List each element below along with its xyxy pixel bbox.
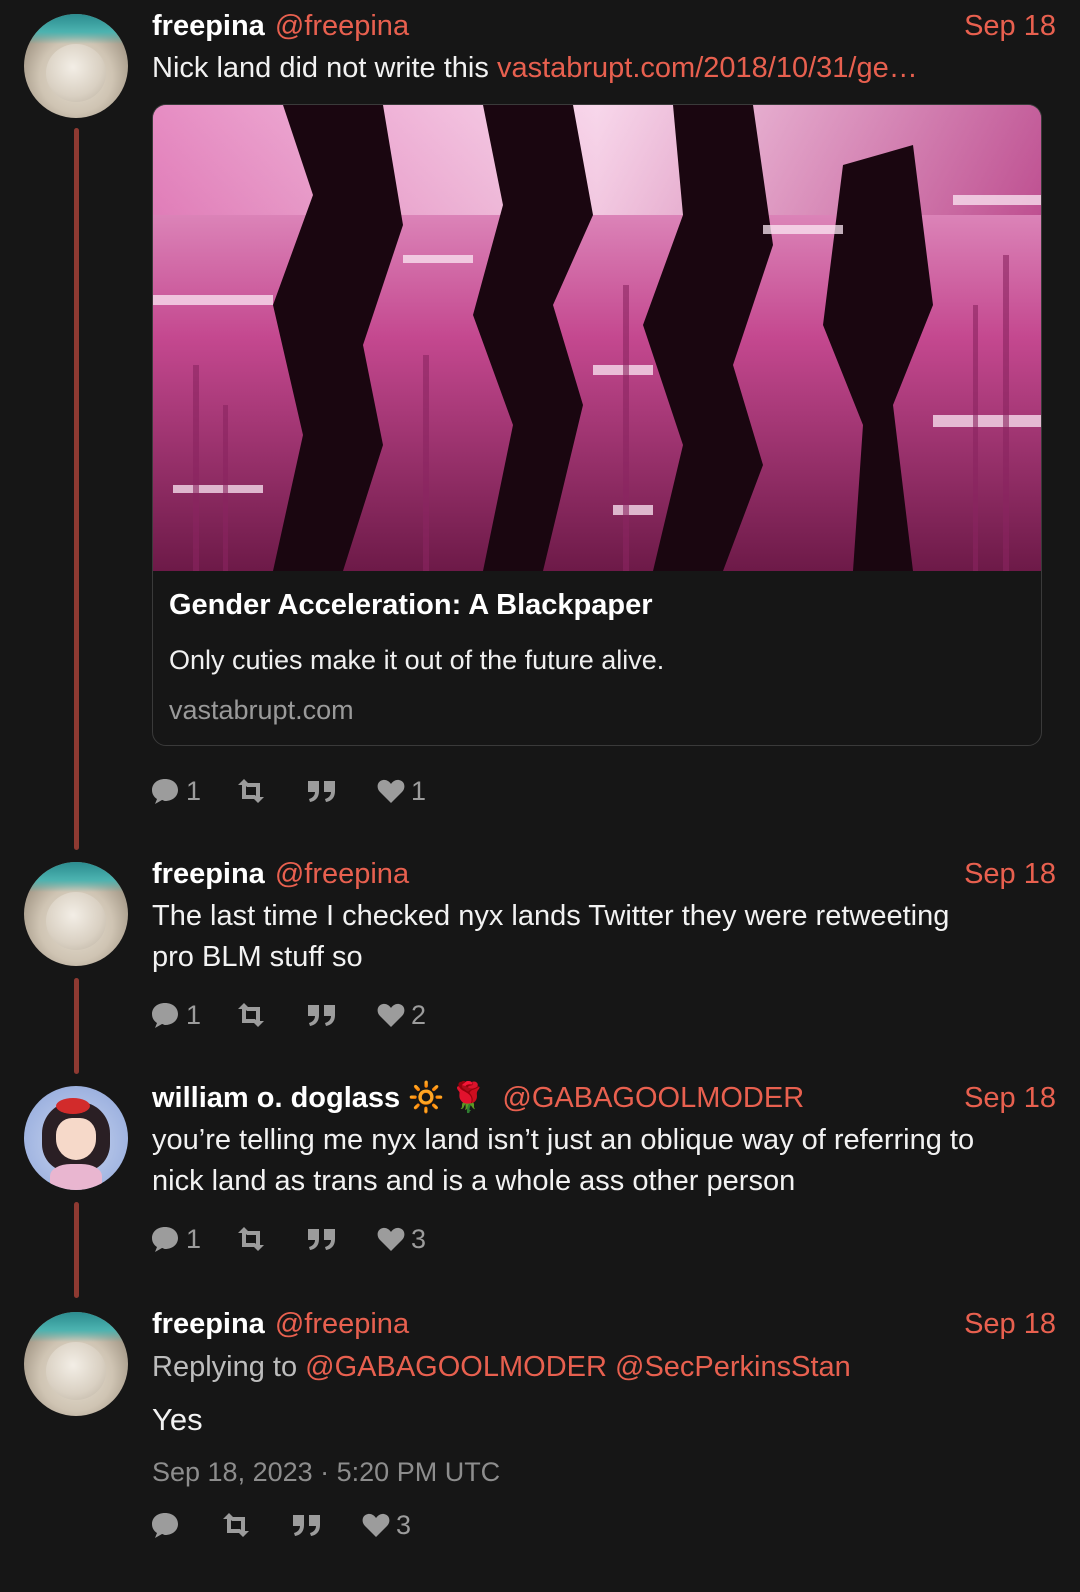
mention-link[interactable]: @GABAGOOLMODER <box>305 1351 607 1383</box>
heart-icon <box>377 1227 405 1251</box>
avatar-image <box>24 1312 128 1342</box>
retweet-icon <box>238 1003 265 1027</box>
retweet-icon <box>223 1513 249 1537</box>
tweet-timestamp[interactable]: Sep 18, 2023 · 5:20 PM UTC <box>152 1454 1056 1490</box>
reply-count: 1 <box>186 1223 202 1254</box>
tweet-text-line: nick land as trans and is a whole ass ot… <box>152 1165 796 1197</box>
reply-count: 1 <box>186 999 202 1030</box>
tweet-actions: 1 3 <box>150 1222 460 1256</box>
tweet-text: you’re telling me nyx land isn’t just an… <box>152 1120 1056 1202</box>
heart-icon <box>377 1003 405 1027</box>
tweet-date[interactable]: Sep 18 <box>964 1080 1056 1116</box>
avatar-image <box>56 1098 90 1114</box>
tweet-text-line: pro BLM stuff so <box>152 941 363 973</box>
author-handle[interactable]: @freepina <box>275 858 409 890</box>
author-handle[interactable]: @freepina <box>275 1308 409 1340</box>
quote-icon <box>308 781 336 802</box>
reply-button[interactable]: 1 <box>150 776 201 807</box>
retweet-icon <box>238 1227 265 1251</box>
tweet-date[interactable]: Sep 18 <box>964 8 1056 44</box>
author-handle[interactable]: @GABAGOOLMODER <box>502 1082 804 1114</box>
avatar-image <box>46 44 106 102</box>
tweet-actions: 1 1 <box>150 774 460 808</box>
retweet-button[interactable] <box>235 1003 273 1027</box>
card-domain: vastabrupt.com <box>169 695 354 725</box>
tweet-text-body: Nick land did not write this <box>152 52 497 84</box>
card-title[interactable]: Gender Acceleration: A Blackpaper <box>169 589 653 622</box>
tweet[interactable]: freepina @freepina Sep 18 Nick land did n… <box>0 0 1080 840</box>
avatar[interactable] <box>24 1086 128 1190</box>
tweet[interactable]: william o. doglass 🔆 🌹 @GABAGOOLMODER Sep 1… <box>0 1074 1080 1288</box>
tweet-date[interactable]: Sep 18 <box>964 1306 1056 1342</box>
reply-count: 1 <box>186 775 202 806</box>
avatar[interactable] <box>24 862 128 966</box>
retweet-icon <box>238 779 265 803</box>
card-description: Only cuties make it out of the future al… <box>169 645 665 675</box>
quote-icon <box>293 1515 320 1536</box>
replying-to-label: Replying to <box>152 1351 298 1383</box>
avatar-image <box>56 1118 96 1160</box>
sun-emoji-icon: 🔆 <box>408 1082 445 1114</box>
heart-icon <box>377 779 405 803</box>
author-name[interactable]: freepina <box>152 1308 265 1340</box>
avatar[interactable] <box>24 1312 128 1416</box>
retweet-button[interactable] <box>235 1227 273 1251</box>
quote-button[interactable] <box>307 779 343 803</box>
reply-button[interactable]: 1 <box>150 1224 201 1255</box>
tweet-text: The last time I checked nyx lands Twitte… <box>152 896 1056 978</box>
thread: freepina @freepina Sep 18 Nick land did n… <box>0 0 1080 1592</box>
author-name[interactable]: freepina <box>152 858 265 890</box>
tweet-text: Nick land did not write this vastabrupt.… <box>152 48 1056 89</box>
retweet-button[interactable] <box>220 1513 258 1537</box>
quote-icon <box>308 1229 336 1250</box>
speech-bubble-icon <box>152 1513 178 1538</box>
link-card[interactable]: Gender Acceleration: A Blackpaper Only c… <box>152 104 1042 746</box>
tweet-actions: 1 2 <box>150 998 460 1032</box>
reply-button[interactable]: 1 <box>150 1000 201 1031</box>
author-name[interactable]: william o. doglass <box>152 1082 400 1114</box>
retweet-button[interactable] <box>235 779 273 803</box>
like-count: 2 <box>411 999 427 1030</box>
like-button[interactable]: 3 <box>362 1510 411 1541</box>
quote-button[interactable] <box>307 1227 343 1251</box>
tweet[interactable]: freepina @freepina Sep 18 The last time I… <box>0 850 1080 1060</box>
quote-icon <box>308 1005 336 1026</box>
quote-button[interactable] <box>307 1003 343 1027</box>
author-handle[interactable]: @freepina <box>275 10 409 42</box>
tweet-text: Yes <box>152 1402 203 1437</box>
speech-bubble-icon <box>152 1227 178 1252</box>
author-name[interactable]: freepina <box>152 10 265 42</box>
replying-to: Replying to @GABAGOOLMODER @SecPerkinsSt… <box>152 1348 1056 1386</box>
tweet-date[interactable]: Sep 18 <box>964 856 1056 892</box>
tweet-text-line: you’re telling me nyx land isn’t just an… <box>152 1124 975 1156</box>
tweet-actions: 3 <box>150 1508 445 1542</box>
avatar[interactable] <box>24 14 128 118</box>
avatar-image <box>46 892 106 950</box>
quote-button[interactable] <box>292 1513 328 1537</box>
speech-bubble-icon <box>152 1003 178 1028</box>
tweet-text-line: The last time I checked nyx lands Twitte… <box>152 900 950 932</box>
like-button[interactable]: 3 <box>377 1224 426 1255</box>
card-image[interactable] <box>153 105 1041 571</box>
like-count: 1 <box>411 775 427 806</box>
like-count: 3 <box>396 1509 412 1540</box>
avatar-image <box>46 1342 106 1400</box>
rose-emoji-icon: 🌹 <box>450 1082 487 1114</box>
heart-icon <box>362 1513 390 1537</box>
reply-button[interactable] <box>150 1511 186 1539</box>
mention-link[interactable]: @SecPerkinsStan <box>615 1351 851 1383</box>
avatar-image <box>24 14 128 44</box>
tweet[interactable]: freepina @freepina Sep 18 Replying to @GA… <box>0 1300 1080 1592</box>
avatar-image <box>24 862 128 892</box>
like-button[interactable]: 1 <box>377 776 426 807</box>
tweet-link[interactable]: vastabrupt.com/2018/10/31/ge… <box>497 52 918 84</box>
speech-bubble-icon <box>152 779 178 804</box>
like-count: 3 <box>411 1223 427 1254</box>
avatar-image <box>50 1164 102 1190</box>
like-button[interactable]: 2 <box>377 1000 426 1031</box>
